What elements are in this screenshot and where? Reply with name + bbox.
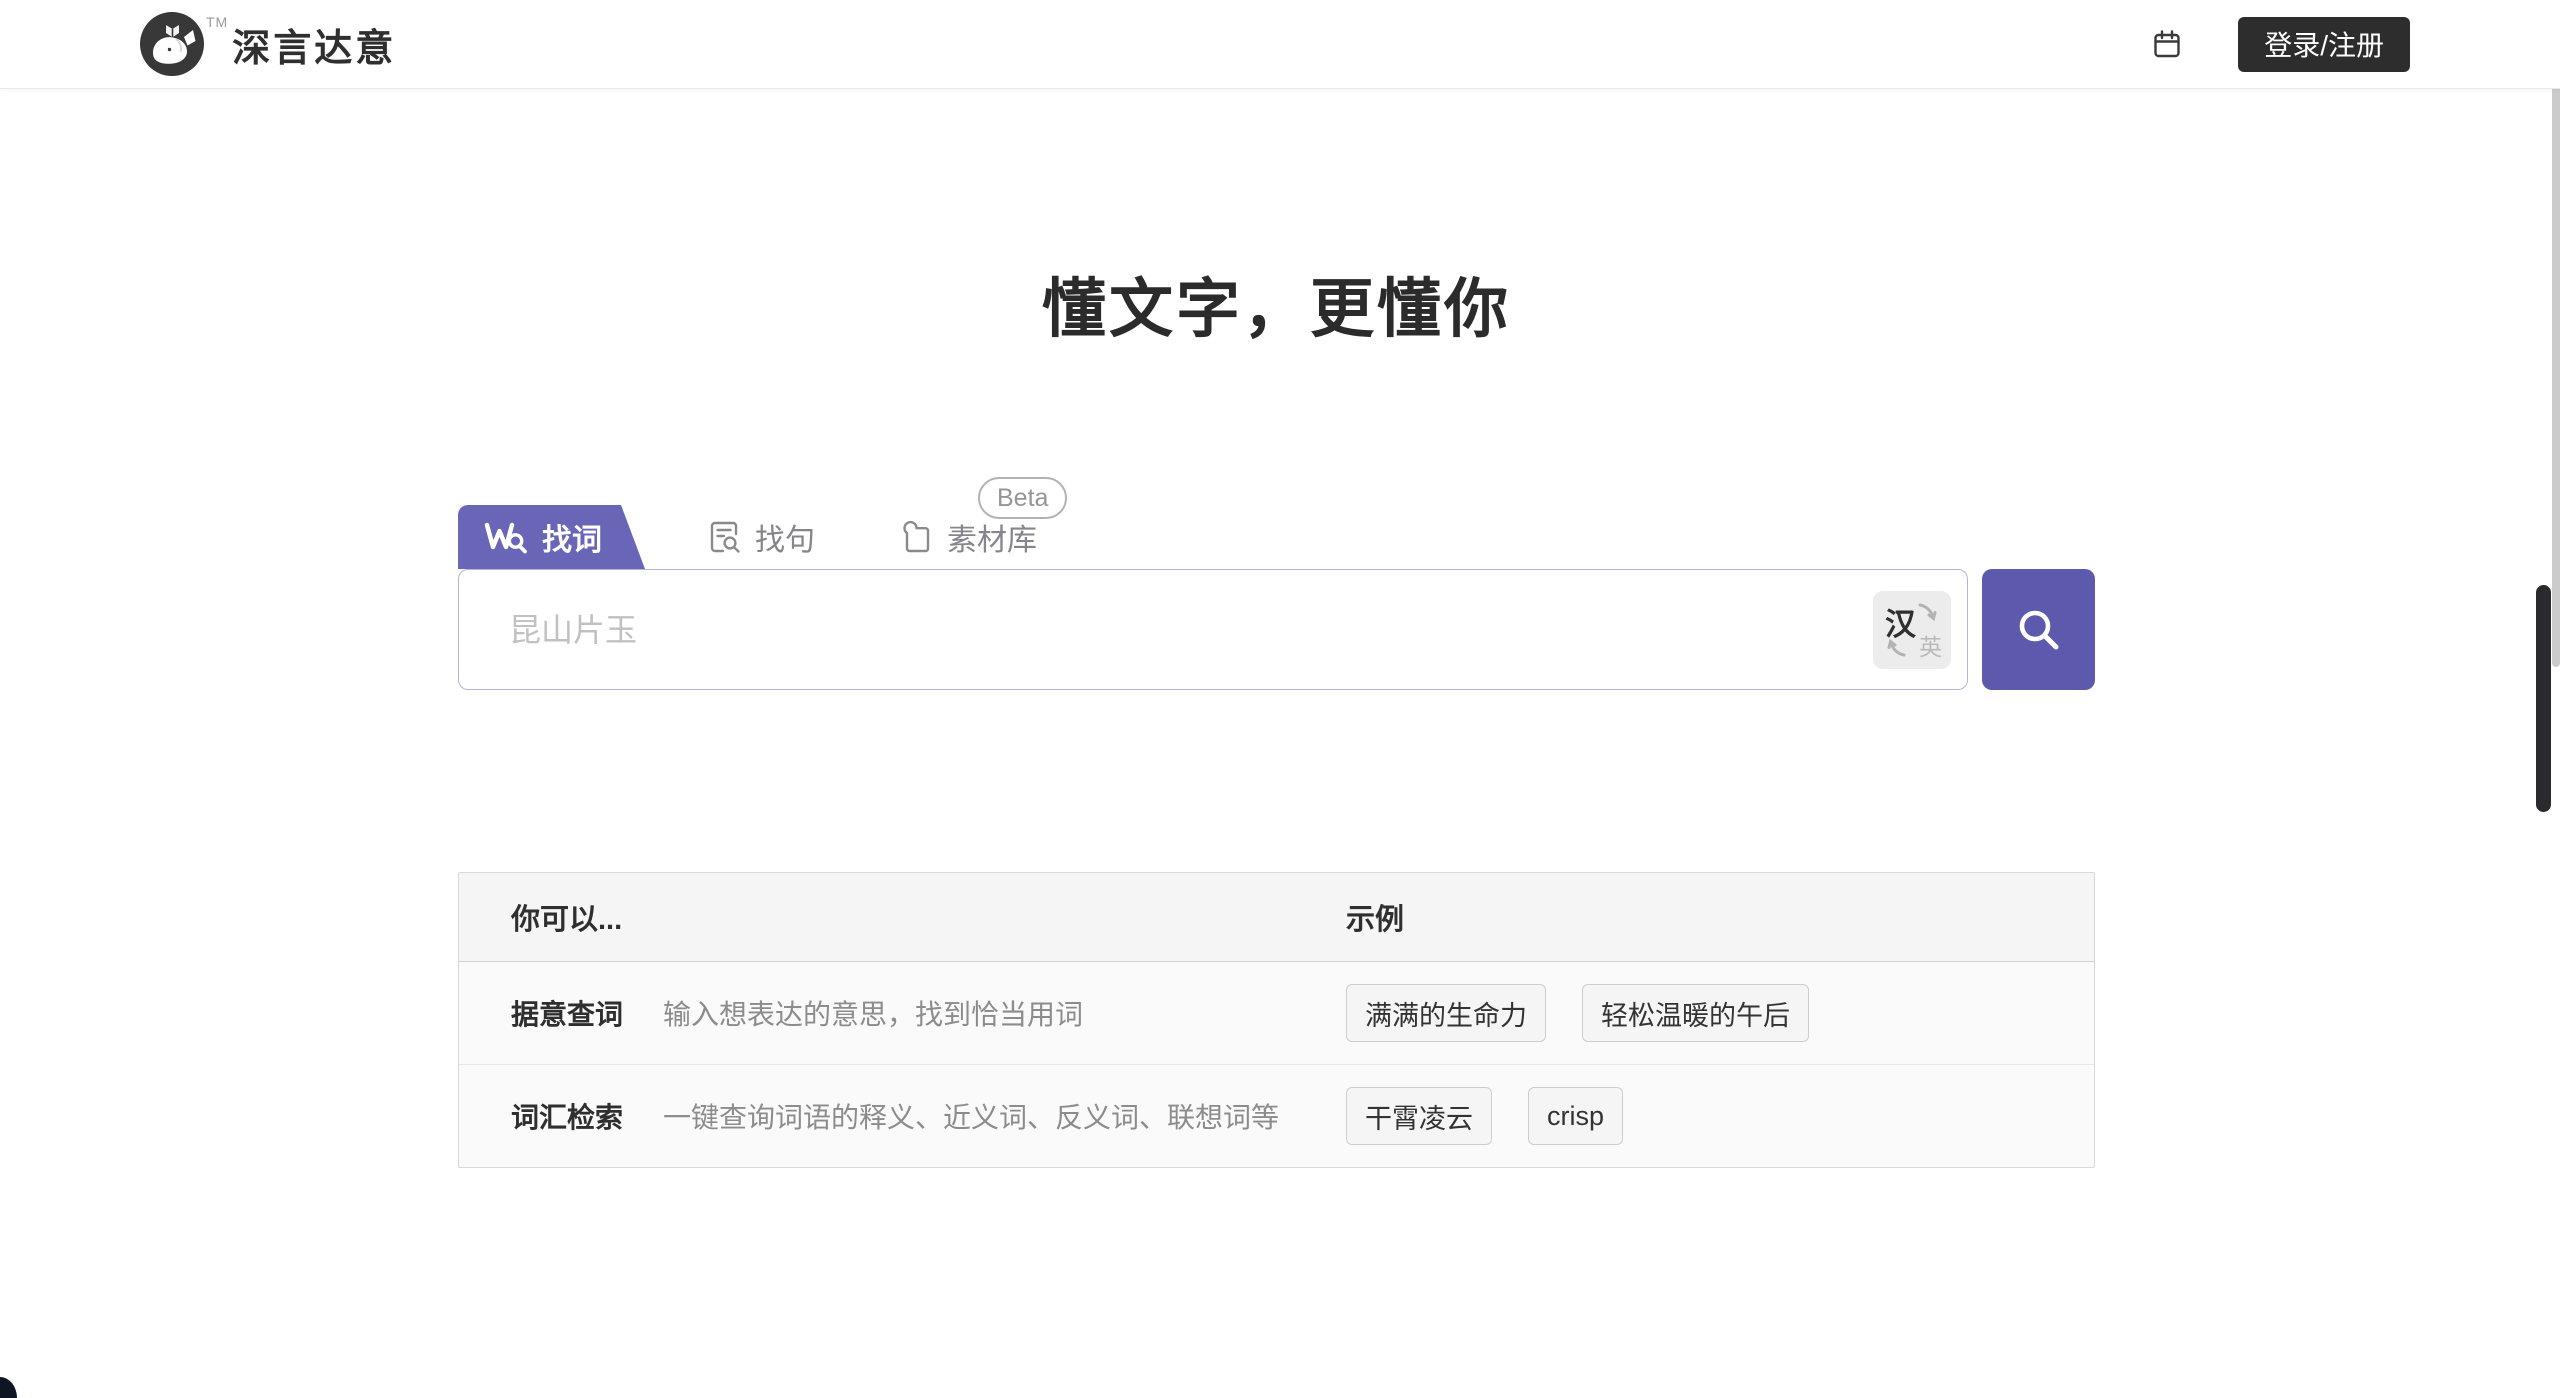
search-input[interactable]	[507, 570, 1831, 691]
calendar-button[interactable]	[2150, 27, 2184, 61]
table-row: 据意查词 输入想表达的意思，找到恰当用词 满满的生命力 轻松温暖的午后	[459, 962, 2094, 1064]
column-header-examples: 示例	[1346, 896, 2094, 938]
feature-guide-table: 你可以... 示例 据意查词 输入想表达的意思，找到恰当用词 满满的生命力 轻松…	[458, 872, 2095, 1168]
search-panel: 找词 找句 素材库 Beta	[458, 505, 2095, 690]
scrollbar-track[interactable]	[2552, 0, 2560, 667]
beta-badge: Beta	[978, 477, 1067, 519]
table-header-row: 你可以... 示例	[459, 873, 2094, 962]
tab-label: 找词	[542, 515, 602, 559]
example-chip[interactable]: 轻松温暖的午后	[1582, 984, 1809, 1042]
search-row: 汉 英	[458, 569, 2095, 690]
example-chip[interactable]: crisp	[1528, 1087, 1623, 1145]
top-header: TM 深言达意 登录/注册	[0, 0, 2560, 89]
tab-find-sentence[interactable]: 找句	[703, 505, 821, 569]
lang-primary: 汉	[1885, 599, 1916, 644]
tab-label: 找句	[755, 515, 815, 559]
tab-find-word[interactable]: 找词	[458, 505, 645, 569]
tab-label: 素材库	[947, 515, 1037, 559]
feature-name: 据意查词	[511, 993, 623, 1033]
material-library-icon	[899, 520, 933, 554]
table-row: 词汇检索 一键查询词语的释义、近义词、反义词、联想词等 干霄凌云 crisp	[459, 1064, 2094, 1167]
language-toggle-button[interactable]: 汉 英	[1873, 591, 1951, 669]
whale-logo-icon	[140, 12, 204, 76]
search-tabs: 找词 找句 素材库 Beta	[458, 505, 2095, 569]
scrollbar-thumb[interactable]	[2536, 585, 2551, 812]
example-chip[interactable]: 干霄凌云	[1346, 1087, 1492, 1145]
magnifier-icon	[2017, 608, 2061, 652]
brand[interactable]: TM 深言达意	[140, 0, 396, 88]
search-button[interactable]	[1982, 569, 2095, 690]
login-register-button[interactable]: 登录/注册	[2238, 17, 2410, 72]
header-actions: 登录/注册	[2150, 0, 2410, 88]
sentence-search-icon	[709, 520, 741, 554]
word-search-icon	[484, 520, 528, 554]
feature-description: 输入想表达的意思，找到恰当用词	[663, 993, 1083, 1033]
feature-description: 一键查询词语的释义、近义词、反义词、联想词等	[663, 1096, 1279, 1136]
calendar-icon	[2151, 28, 2183, 60]
search-input-box: 汉 英	[458, 569, 1968, 690]
example-chip[interactable]: 满满的生命力	[1346, 984, 1546, 1042]
page-title: 懂文字，更懂你	[458, 258, 2095, 350]
trademark-label: TM	[206, 14, 228, 30]
brand-name: 深言达意	[232, 17, 396, 72]
floating-corner-widget[interactable]	[0, 1377, 17, 1398]
lang-secondary: 英	[1919, 628, 1942, 662]
feature-name: 词汇检索	[511, 1096, 623, 1136]
column-header-you-can: 你可以...	[459, 896, 1346, 938]
